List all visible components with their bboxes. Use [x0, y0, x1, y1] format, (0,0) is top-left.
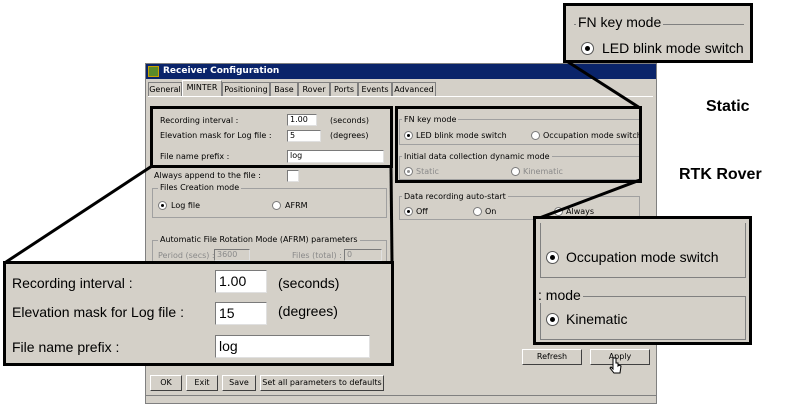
callout-recording-interval-unit: (seconds): [278, 275, 340, 291]
callout-led-blink-label: LED blink mode switch: [602, 40, 744, 56]
callout-elevation-mask-label: Elevation mask for Log file :: [12, 304, 184, 320]
callout-elevation-mask-unit: (degrees): [278, 303, 338, 319]
callout-recording-interval-label: Recording interval :: [12, 275, 133, 291]
callout-recording-interval-input[interactable]: 1.00: [215, 270, 267, 293]
callout-static-caption: Static: [706, 98, 750, 115]
callout-rover-caption: RTK Rover: [679, 166, 762, 183]
callout-elevation-mask-input[interactable]: 15: [215, 302, 267, 325]
callout-rover-box: Occupation mode switch : mode Kinematic: [533, 216, 752, 345]
callout-file-prefix-label: File name prefix :: [12, 339, 120, 355]
callout-mode-title-text: mode: [545, 287, 581, 303]
callout-kinematic-radio[interactable]: [546, 313, 559, 326]
callout-led-blink-radio[interactable]: [581, 42, 594, 55]
callout-occupation-label: Occupation mode switch: [566, 249, 719, 265]
callout-mode-prefix: :: [538, 287, 542, 303]
callout-file-prefix-input[interactable]: log: [215, 335, 370, 358]
callout-fields-box: Recording interval : 1.00 (seconds) Elev…: [3, 261, 394, 366]
callout-kinematic-label: Kinematic: [566, 311, 628, 327]
callout-fn-title: FN key mode: [576, 14, 664, 30]
callout-mode-title: : mode: [538, 287, 583, 303]
callout-occupation-radio[interactable]: [546, 251, 559, 264]
callout-static-box: FN key mode LED blink mode switch: [563, 3, 753, 63]
